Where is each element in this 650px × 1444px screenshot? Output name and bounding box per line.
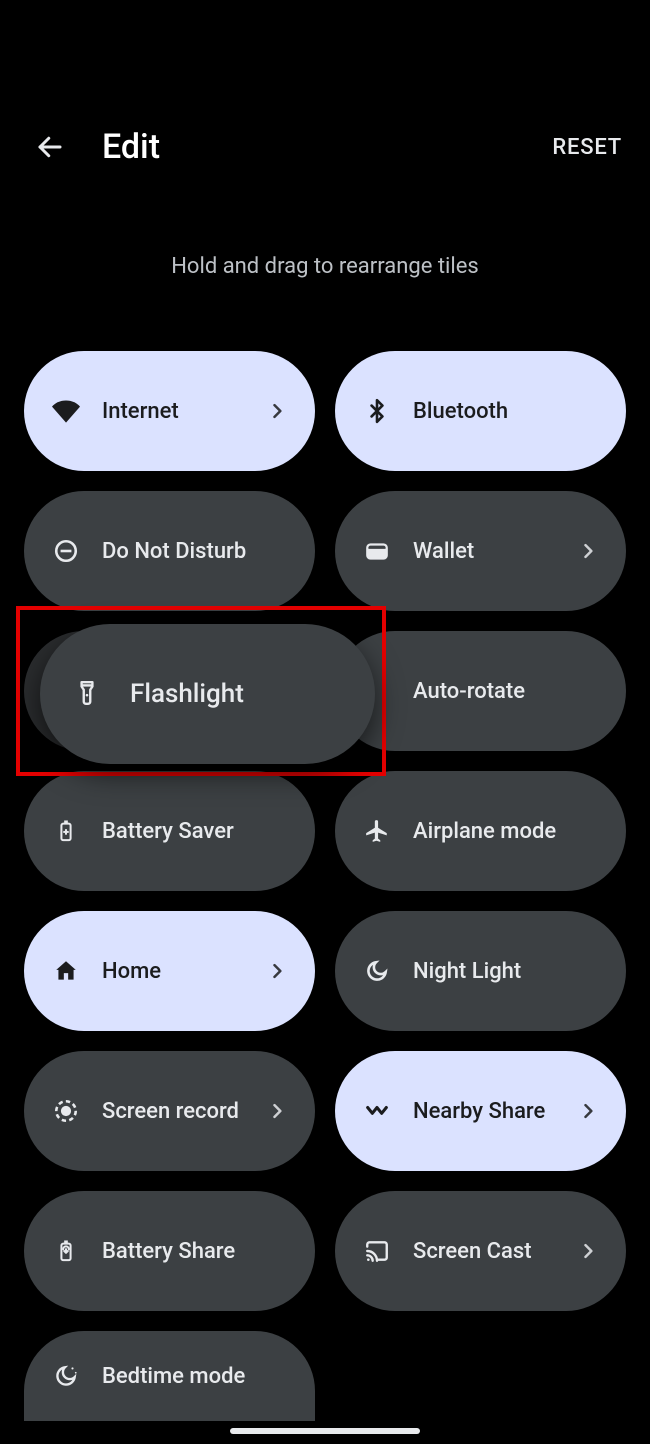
tile-airplane-mode[interactable]: Airplane mode bbox=[335, 771, 626, 891]
tile-internet[interactable]: Internet bbox=[24, 351, 315, 471]
tile-label: Screen record bbox=[102, 1099, 245, 1124]
nearby-share-icon bbox=[363, 1097, 391, 1125]
tile-label: Auto-rotate bbox=[413, 679, 598, 704]
bedtime-icon bbox=[52, 1362, 80, 1390]
tile-label: Bedtime mode bbox=[102, 1364, 287, 1389]
tile-night-light[interactable]: Night Light bbox=[335, 911, 626, 1031]
chevron-right-icon bbox=[267, 401, 287, 421]
tile-bedtime-mode[interactable]: Bedtime mode bbox=[24, 1331, 315, 1421]
tile-label: Wallet bbox=[413, 539, 556, 564]
reset-button[interactable]: RESET bbox=[552, 135, 622, 160]
dnd-icon bbox=[52, 537, 80, 565]
tile-label: Bluetooth bbox=[413, 399, 598, 424]
night-light-icon bbox=[363, 957, 391, 985]
tile-screen-cast[interactable]: Screen Cast bbox=[335, 1191, 626, 1311]
tile-label: Do Not Disturb bbox=[102, 539, 287, 564]
page-title: Edit bbox=[102, 127, 552, 167]
chevron-right-icon bbox=[578, 541, 598, 561]
tile-label: Battery Saver bbox=[102, 819, 287, 844]
back-button[interactable] bbox=[28, 125, 72, 169]
tiles-grid: Internet Bluetooth Do Not Disturb Wallet… bbox=[0, 351, 650, 1421]
tile-label: Nearby Share bbox=[413, 1099, 556, 1124]
wallet-icon bbox=[363, 537, 391, 565]
tile-do-not-disturb[interactable]: Do Not Disturb bbox=[24, 491, 315, 611]
tile-label: Home bbox=[102, 959, 245, 984]
tile-screen-record[interactable]: Screen record bbox=[24, 1051, 315, 1171]
chevron-right-icon bbox=[267, 1101, 287, 1121]
bluetooth-icon bbox=[363, 397, 391, 425]
tile-battery-saver[interactable]: Battery Saver bbox=[24, 771, 315, 891]
home-indicator[interactable] bbox=[230, 1428, 420, 1434]
battery-share-icon bbox=[52, 1237, 80, 1265]
wifi-icon bbox=[52, 397, 80, 425]
tile-home[interactable]: Home bbox=[24, 911, 315, 1031]
home-icon bbox=[52, 957, 80, 985]
header-bar: Edit RESET bbox=[0, 112, 650, 182]
airplane-icon bbox=[363, 817, 391, 845]
chevron-right-icon bbox=[267, 961, 287, 981]
tile-nearby-share[interactable]: Nearby Share bbox=[335, 1051, 626, 1171]
flashlight-icon bbox=[74, 677, 104, 711]
battery-saver-icon bbox=[52, 817, 80, 845]
chevron-right-icon bbox=[578, 1241, 598, 1261]
tile-label: Night Light bbox=[413, 959, 598, 984]
tile-wallet[interactable]: Wallet bbox=[335, 491, 626, 611]
tile-label: Flashlight bbox=[130, 679, 244, 709]
tile-bluetooth[interactable]: Bluetooth bbox=[335, 351, 626, 471]
tile-battery-share[interactable]: Battery Share bbox=[24, 1191, 315, 1311]
hint-text: Hold and drag to rearrange tiles bbox=[0, 254, 650, 279]
tile-auto-rotate[interactable]: Auto-rotate bbox=[335, 631, 626, 751]
tile-flashlight[interactable]: Flashlight bbox=[40, 624, 375, 764]
screen-record-icon bbox=[52, 1097, 80, 1125]
tile-label: Airplane mode bbox=[413, 819, 598, 844]
chevron-right-icon bbox=[578, 1101, 598, 1121]
cast-icon bbox=[363, 1237, 391, 1265]
back-arrow-icon bbox=[35, 132, 65, 162]
tile-label: Internet bbox=[102, 399, 245, 424]
tile-label: Battery Share bbox=[102, 1239, 287, 1264]
tile-label: Screen Cast bbox=[413, 1239, 556, 1264]
